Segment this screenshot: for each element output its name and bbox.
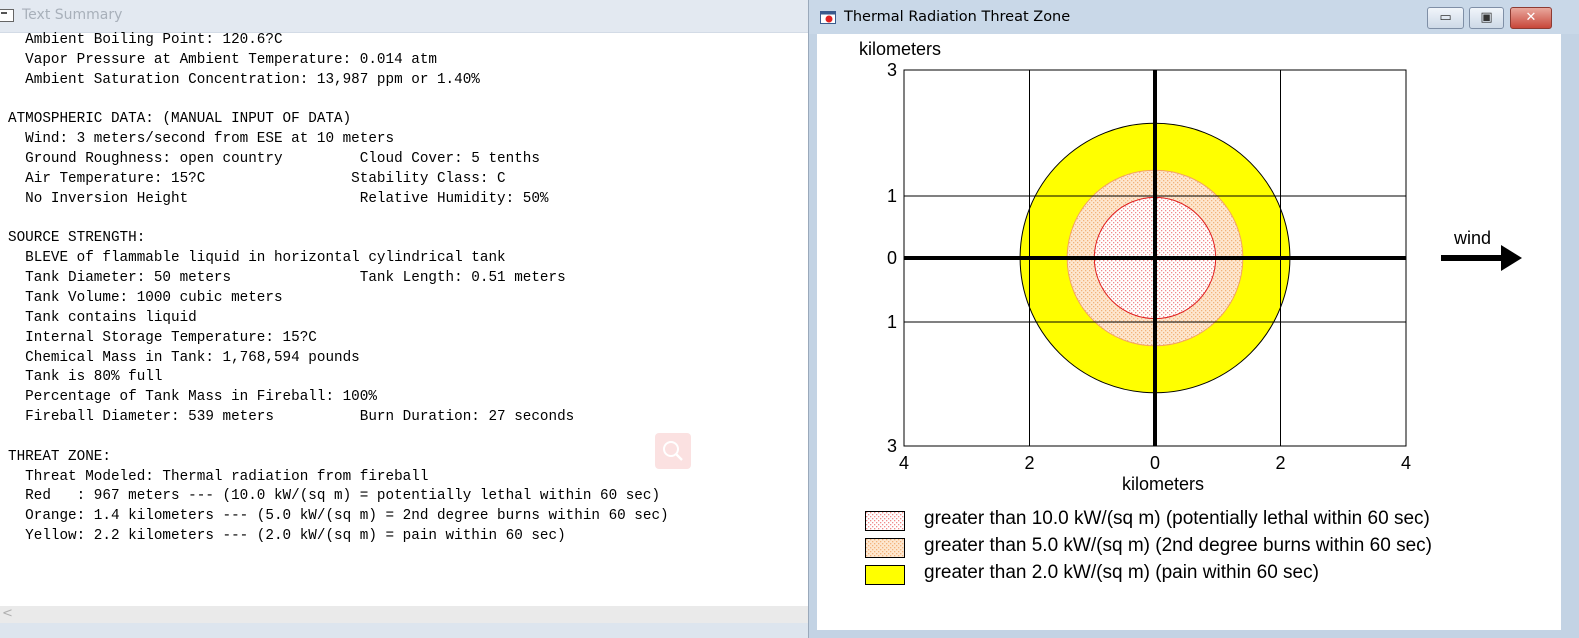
summary-line — [8, 91, 808, 111]
legend-label-yellow: greater than 2.0 kW/(sq m) (pain within … — [924, 562, 1319, 583]
horizontal-scrollbar[interactable]: < — [0, 606, 808, 623]
legend-label-red: greater than 10.0 kW/(sq m) (potentially… — [924, 508, 1430, 529]
maximize-icon: ▣ — [1480, 10, 1493, 25]
minimize-icon: ▭ — [1439, 10, 1452, 25]
y-tick-label: 0 — [887, 248, 897, 268]
scroll-left-arrow[interactable]: < — [2, 606, 13, 621]
search-icon — [663, 441, 683, 461]
threat-zone-titlebar[interactable]: Thermal Radiation Threat Zone ▭ ▣ ✕ — [809, 0, 1579, 34]
summary-line: Wind: 3 meters/second from ESE at 10 met… — [8, 131, 395, 148]
maximize-button[interactable]: ▣ — [1469, 7, 1504, 29]
summary-line: BLEVE of flammable liquid in horizontal … — [8, 250, 506, 267]
threat-zone-app-icon — [820, 11, 836, 24]
legend-swatch-orange — [865, 538, 905, 558]
summary-line: Chemical Mass in Tank: 1,768,594 pounds — [8, 349, 360, 366]
summary-line: Air Temperature: 15?C Stability Class: C — [8, 170, 506, 187]
summary-line: Red : 967 meters --- (10.0 kW/(sq m) = p… — [8, 488, 661, 505]
legend-swatch-yellow — [865, 565, 905, 585]
legend-label-orange: greater than 5.0 kW/(sq m) (2nd degree b… — [924, 535, 1432, 556]
window-bottom-border — [0, 623, 808, 638]
x-axis-label: kilometers — [1122, 474, 1204, 494]
summary-line: Orange: 1.4 kilometers --- (5.0 kW/(sq m… — [8, 508, 669, 525]
summary-line: Ambient Boiling Point: 120.6?C — [8, 32, 283, 48]
wind-arrow-icon — [1441, 245, 1522, 271]
legend-swatch-red — [865, 511, 905, 531]
y-axis-label: kilometers — [859, 39, 941, 59]
threat-zone-plot-area: 4202431013 kilometers kilometers wind gr… — [817, 34, 1561, 630]
y-tick-label: 3 — [887, 436, 897, 456]
x-tick-label: 4 — [1401, 453, 1411, 473]
close-button[interactable]: ✕ — [1510, 7, 1552, 29]
text-summary-content: Ambient Boiling Point: 120.6?C Vapor Pre… — [8, 31, 808, 603]
text-summary-titlebar[interactable]: Text Summary — [0, 0, 808, 33]
window-title: Text Summary — [22, 7, 123, 23]
search-button[interactable] — [655, 433, 691, 469]
close-icon: ✕ — [1525, 10, 1537, 25]
summary-line: SOURCE STRENGTH: — [8, 230, 146, 247]
summary-line: Yellow: 2.2 kilometers --- (2.0 kW/(sq m… — [8, 528, 566, 545]
x-tick-label: 2 — [1024, 453, 1034, 473]
x-tick-label: 0 — [1150, 453, 1160, 473]
summary-line: Ambient Saturation Concentration: 13,987… — [8, 71, 480, 88]
summary-line: Vapor Pressure at Ambient Temperature: 0… — [8, 51, 437, 68]
summary-line: Percentage of Tank Mass in Fireball: 100… — [8, 389, 377, 406]
threat-zone-chart: 4 2 0 2 431013 kilometers kilometers wind — [859, 39, 1522, 494]
x-tick-label: 4 — [899, 453, 909, 473]
minimize-button[interactable]: ▭ — [1427, 7, 1464, 29]
summary-line — [8, 210, 808, 230]
wind-label: wind — [1453, 228, 1491, 248]
summary-line: Internal Storage Temperature: 15?C — [8, 329, 317, 346]
window-title: Thermal Radiation Threat Zone — [844, 9, 1071, 25]
window-icon — [0, 9, 14, 22]
threat-zone-window: Thermal Radiation Threat Zone ▭ ▣ ✕ 4 2 … — [809, 0, 1579, 638]
summary-line: Fireball Diameter: 539 meters Burn Durat… — [8, 409, 575, 426]
summary-line: ATMOSPHERIC DATA: (MANUAL INPUT OF DATA) — [8, 111, 352, 128]
text-summary-window: Text Summary Ambient Boiling Point: 120.… — [0, 0, 809, 638]
x-tick-label: 2 — [1275, 453, 1285, 473]
summary-line: Tank Volume: 1000 cubic meters — [8, 289, 283, 306]
y-tick-label: 1 — [887, 186, 897, 206]
summary-line: No Inversion Height Relative Humidity: 5… — [8, 190, 549, 207]
summary-line: Ground Roughness: open country Cloud Cov… — [8, 151, 540, 168]
summary-line: Tank is 80% full — [8, 369, 163, 386]
y-tick-label: 1 — [887, 312, 897, 332]
summary-line: Tank contains liquid — [8, 309, 197, 326]
y-tick-label: 3 — [887, 60, 897, 80]
summary-line: Threat Modeled: Thermal radiation from f… — [8, 468, 429, 485]
summary-line: Tank Diameter: 50 meters Tank Length: 0.… — [8, 270, 566, 287]
